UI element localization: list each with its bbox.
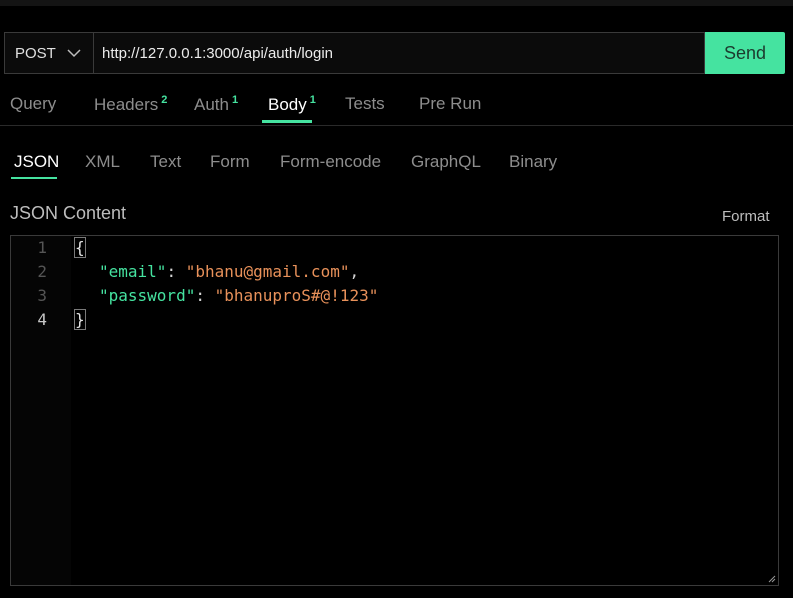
json-value: "bhanu@gmail.com": [185, 262, 350, 281]
tab-headers-badge: 2: [161, 94, 168, 106]
body-tab-json[interactable]: JSON: [14, 152, 59, 172]
tab-pre-run-label: Pre Run: [419, 94, 482, 113]
format-button[interactable]: Format: [722, 208, 770, 225]
json-key: "email": [99, 262, 167, 281]
tab-headers[interactable]: Headers 2: [94, 94, 167, 115]
body-tab-graphql[interactable]: GraphQL: [411, 152, 481, 172]
tab-pre-run[interactable]: Pre Run: [419, 94, 481, 114]
tab-body-label: Body: [268, 95, 307, 114]
tab-body-badge: 1: [309, 94, 316, 106]
json-content-label: JSON Content: [10, 203, 127, 223]
tab-body[interactable]: Body 1: [268, 94, 316, 115]
method-label: POST: [15, 44, 56, 62]
tab-headers-label: Headers: [94, 95, 159, 114]
active-tab-indicator: [262, 120, 312, 123]
line-number: 2: [37, 262, 47, 281]
json-separator: :: [166, 262, 186, 281]
json-value: "bhanuproS#@!123": [214, 286, 379, 305]
json-comma: ,: [349, 262, 360, 281]
json-editor[interactable]: 1 { 2 "email": "bhanu@gmail.com", 3 "pas…: [10, 235, 779, 586]
tab-tests[interactable]: Tests: [345, 94, 385, 114]
line-number: 3: [37, 286, 47, 305]
tab-auth-badge: 1: [231, 94, 239, 106]
request-tabs: Query Headers 2 Auth 1 Body 1 Tests Pre Run: [0, 86, 793, 126]
body-tab-text[interactable]: Text: [150, 152, 181, 172]
chevron-down-icon: [67, 49, 81, 58]
resize-handle-icon[interactable]: [768, 575, 776, 583]
active-body-tab-indicator: [11, 177, 57, 179]
body-tab-xml[interactable]: XML: [85, 152, 120, 172]
json-key: "password": [99, 286, 196, 305]
body-tab-form[interactable]: Form: [210, 152, 250, 172]
body-tab-form-encode[interactable]: Form-encode: [280, 152, 381, 172]
close-brace: }: [74, 309, 86, 330]
request-bar: POST http://127.0.0.1:3000/api/auth/logi…: [4, 32, 785, 74]
url-input[interactable]: http://127.0.0.1:3000/api/auth/login: [94, 32, 705, 74]
tab-auth-label: Auth: [194, 95, 229, 114]
line-number: 4: [37, 310, 47, 329]
json-separator: :: [195, 286, 215, 305]
open-brace: {: [74, 237, 86, 258]
tab-query[interactable]: Query: [10, 94, 56, 114]
method-select[interactable]: POST: [4, 32, 94, 74]
body-tab-binary[interactable]: Binary: [509, 152, 557, 172]
window-top-strip: [0, 0, 793, 6]
tab-query-label: Query: [10, 94, 57, 113]
line-number: 1: [37, 238, 47, 257]
tab-auth[interactable]: Auth 1: [194, 94, 238, 115]
tab-tests-label: Tests: [345, 94, 385, 113]
send-button[interactable]: Send: [705, 32, 785, 74]
